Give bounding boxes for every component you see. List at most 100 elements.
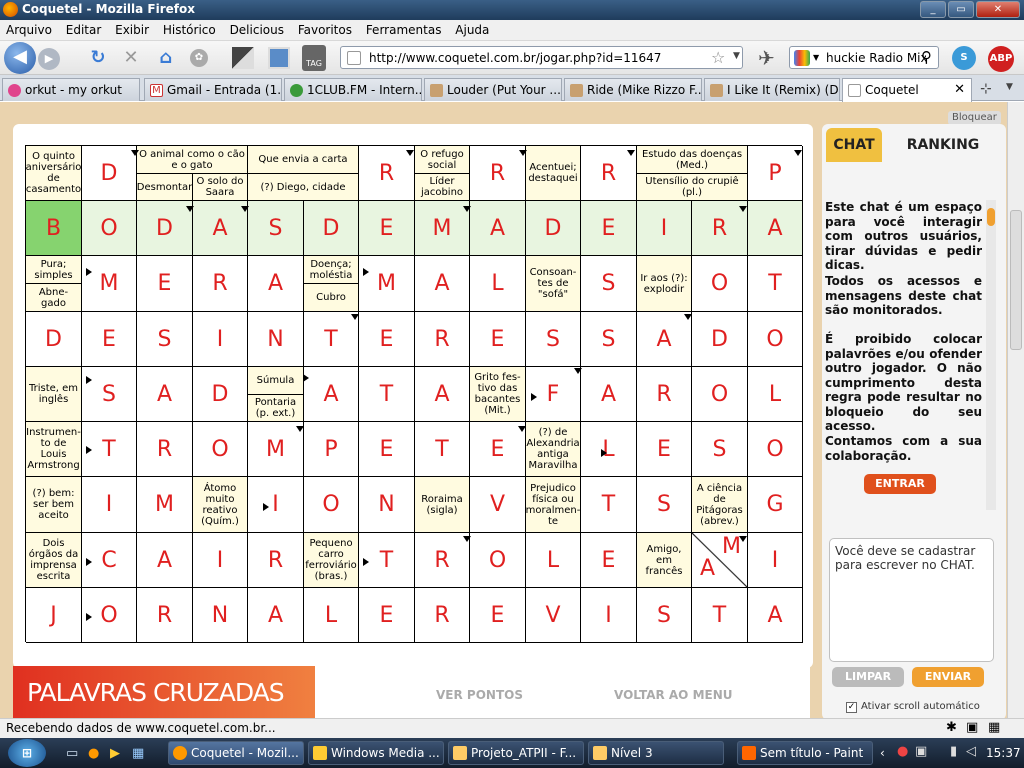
clue-cell[interactable]: Instrumen-to de Louis Armstrong <box>26 422 82 477</box>
limpar-button[interactable]: LIMPAR <box>832 667 904 687</box>
clue-cell[interactable]: (?) de Alexandria antiga Maravilha <box>526 422 581 477</box>
letter-cell[interactable]: S <box>637 588 692 643</box>
letter-cell[interactable]: D <box>526 201 581 256</box>
letter-cell[interactable]: D <box>193 367 248 422</box>
task-paint[interactable]: Sem título - Paint <box>737 741 873 765</box>
bloquear-button[interactable]: Bloquear <box>948 111 1001 125</box>
dropdown-icon[interactable]: ▼ <box>733 51 740 61</box>
start-button[interactable]: ⊞ <box>8 739 46 767</box>
letter-cell[interactable]: A <box>248 256 304 312</box>
firefox-quicklaunch-icon[interactable]: ● <box>88 746 99 761</box>
tab-coquetel[interactable]: Coquetel ✕ <box>842 78 972 102</box>
clue-cell[interactable]: Que envia a carta <box>248 146 359 174</box>
letter-cell[interactable]: R <box>470 146 526 201</box>
close-tab-icon[interactable]: ✕ <box>954 82 965 97</box>
tab-1club[interactable]: 1CLUB.FM - Intern... <box>284 78 422 101</box>
menu-ferramentas[interactable]: Ferramentas <box>360 20 446 37</box>
clue-cell[interactable]: Líder jacobino <box>415 174 470 201</box>
chat-scrollbar[interactable] <box>986 200 996 510</box>
letter-cell[interactable]: S <box>581 312 637 367</box>
letter-cell[interactable]: T <box>748 256 803 312</box>
page-scrollbar[interactable] <box>1007 102 1024 718</box>
clue-cell[interactable]: Estudo das doenças (Med.) <box>637 146 748 174</box>
letter-cell[interactable]: E <box>359 312 415 367</box>
clue-cell[interactable]: Dois órgãos da imprensa escrita <box>26 533 82 588</box>
menu-delicious[interactable]: Delicious <box>224 20 288 37</box>
letter-cell[interactable]: S <box>526 312 581 367</box>
letter-cell[interactable]: A <box>304 367 359 422</box>
tray-expand-icon[interactable]: ‹ <box>880 746 885 760</box>
tray-volume-icon[interactable]: ◁ <box>966 744 976 759</box>
letter-cell[interactable]: T <box>692 588 748 643</box>
new-tab-icon[interactable]: ⊹ <box>980 81 992 97</box>
entrar-button[interactable]: ENTRAR <box>864 474 936 494</box>
minimize-button[interactable]: _ <box>920 1 946 18</box>
letter-cell[interactable]: S <box>692 422 748 477</box>
page-scroll-thumb[interactable] <box>1010 210 1022 350</box>
voltar-menu-button[interactable]: VOLTAR AO MENU <box>614 688 733 702</box>
menu-arquivo[interactable]: Arquivo <box>0 20 56 37</box>
menu-favoritos[interactable]: Favoritos <box>292 20 356 37</box>
clue-cell[interactable]: Pura; simples <box>26 256 82 284</box>
engine-dropdown-icon[interactable]: ▼ <box>813 53 819 62</box>
letter-cell[interactable]: M <box>415 201 470 256</box>
letter-cell[interactable]: R <box>193 256 248 312</box>
letter-cell[interactable]: I <box>193 312 248 367</box>
stop-icon[interactable]: ✕ <box>121 48 141 68</box>
clue-cell[interactable]: Grito fes-tivo das bacantes (Mit.) <box>470 367 526 422</box>
skype-icon[interactable]: S <box>952 46 976 70</box>
letter-cell[interactable]: S <box>137 312 193 367</box>
letter-cell[interactable]: E <box>359 422 415 477</box>
clue-cell[interactable]: O solo do Saara <box>193 174 248 201</box>
letter-cell[interactable]: L <box>526 533 581 588</box>
autoscroll-checkbox[interactable]: ✓ <box>846 702 857 713</box>
media-quicklaunch-icon[interactable]: ▶ <box>110 746 120 761</box>
menu-editar[interactable]: Editar <box>60 20 106 37</box>
letter-cell[interactable]: E <box>359 201 415 256</box>
tab-ranking[interactable]: RANKING <box>886 128 1000 162</box>
letter-cell[interactable]: O <box>748 312 803 367</box>
ver-pontos-button[interactable]: VER PONTOS <box>436 688 523 702</box>
enviar-button[interactable]: ENVIAR <box>912 667 984 687</box>
search-icon[interactable]: ⚲ <box>921 48 932 66</box>
clue-cell[interactable]: Pequeno carro ferroviário (bras.) <box>304 533 359 588</box>
letter-cell[interactable]: R <box>415 533 470 588</box>
clue-cell[interactable]: Roraima (sigla) <box>415 477 470 533</box>
letter-cell[interactable]: A <box>748 588 803 643</box>
letter-cell[interactable]: D <box>692 312 748 367</box>
letter-cell[interactable]: N <box>359 477 415 533</box>
url-field[interactable]: http://www.coquetel.com.br/jogar.php?id=… <box>340 46 743 69</box>
letter-cell[interactable]: L <box>748 367 803 422</box>
letter-cell[interactable]: O <box>82 201 137 256</box>
task-nivel[interactable]: Nível 3 <box>588 741 724 765</box>
clue-cell[interactable]: Utensílio do crupiê (pl.) <box>637 174 748 201</box>
letter-cell[interactable]: R <box>137 422 193 477</box>
letter-cell[interactable]: A <box>581 367 637 422</box>
menu-ajuda[interactable]: Ajuda <box>449 20 493 37</box>
clue-cell[interactable]: Desmontar <box>137 174 193 201</box>
switch-windows-icon[interactable]: ▦ <box>132 746 144 761</box>
letter-cell[interactable]: E <box>470 588 526 643</box>
tab-orkut[interactable]: orkut - my orkut <box>2 78 140 101</box>
letter-cell[interactable]: I <box>248 477 304 533</box>
clue-cell[interactable]: Súmula <box>248 367 304 395</box>
delicious-icon[interactable]: ✿ <box>190 49 208 67</box>
letter-cell[interactable]: D <box>137 201 193 256</box>
letter-cell[interactable]: R <box>248 533 304 588</box>
search-field[interactable]: ▼ huckie Radio Mix) ⚲ <box>789 46 939 69</box>
letter-cell[interactable]: S <box>581 256 637 312</box>
letter-cell[interactable]: N <box>248 312 304 367</box>
letter-cell[interactable]: O <box>692 367 748 422</box>
reload-icon[interactable]: ↻ <box>88 48 108 68</box>
letter-cell[interactable]: A <box>415 256 470 312</box>
sidebar-icon[interactable] <box>268 47 290 69</box>
tray-network-icon[interactable]: ▣ <box>915 744 927 759</box>
task-coquetel[interactable]: Coquetel - Mozil... <box>168 741 304 765</box>
letter-cell[interactable]: J <box>26 588 82 643</box>
letter-cell[interactable]: L <box>304 588 359 643</box>
letter-cell[interactable]: O <box>470 533 526 588</box>
letter-cell[interactable]: A <box>248 588 304 643</box>
task-projeto[interactable]: Projeto_ATPII - F... <box>448 741 584 765</box>
tab-list-icon[interactable]: ▼ <box>1006 82 1013 92</box>
letter-cell[interactable]: L <box>470 256 526 312</box>
